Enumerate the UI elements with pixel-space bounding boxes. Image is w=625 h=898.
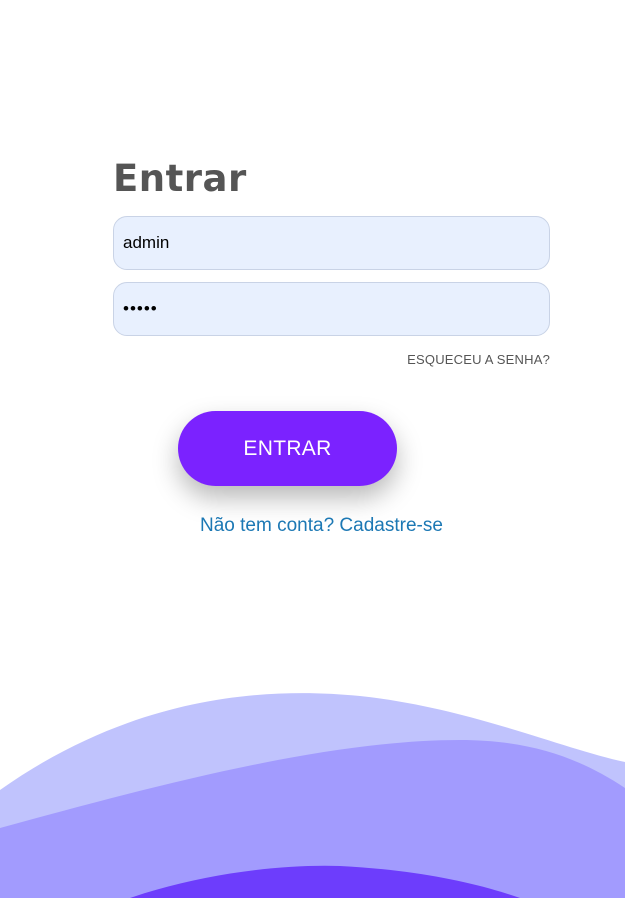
password-input[interactable] xyxy=(113,282,550,336)
login-form: Entrar ESQUECEU A SENHA? ENTRAR Não tem … xyxy=(113,156,550,536)
page-title: Entrar xyxy=(113,157,247,200)
username-input[interactable] xyxy=(113,216,550,270)
login-page: Entrar ESQUECEU A SENHA? ENTRAR Não tem … xyxy=(0,0,625,898)
decorative-waves xyxy=(0,693,625,898)
login-button[interactable]: ENTRAR xyxy=(178,411,397,486)
forgot-password-link[interactable]: ESQUECEU A SENHA? xyxy=(407,352,550,367)
signup-link[interactable]: Não tem conta? Cadastre-se xyxy=(200,515,443,537)
